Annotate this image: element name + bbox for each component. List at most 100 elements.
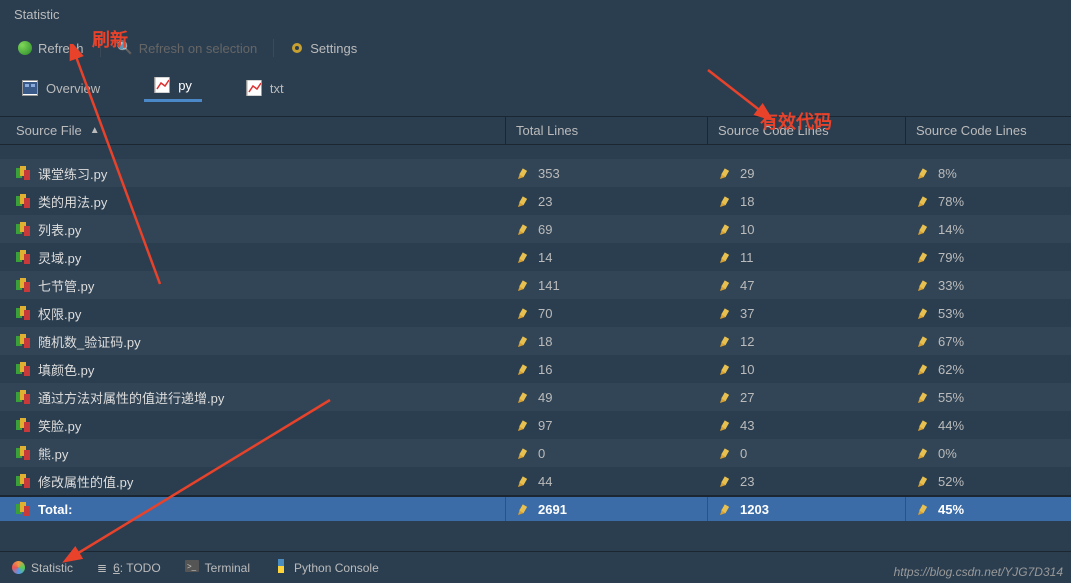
table-row[interactable]: 修改属性的值.py 44 23 52% xyxy=(0,467,1071,495)
refresh-button[interactable]: Refresh xyxy=(12,39,90,58)
statistic-icon xyxy=(12,561,25,574)
refresh-icon xyxy=(18,41,32,55)
pencil-icon xyxy=(516,167,528,179)
panel-title: Statistic xyxy=(0,0,1071,30)
table-row[interactable]: 课堂练习.py 353 29 8% xyxy=(0,159,1071,187)
bottom-terminal[interactable]: >_ Terminal xyxy=(185,560,250,575)
list-icon: ≣ xyxy=(97,561,107,575)
table-row[interactable]: 随机数_验证码.py 18 12 67% xyxy=(0,327,1071,355)
terminal-icon: >_ xyxy=(185,560,199,575)
file-icon xyxy=(16,306,30,320)
source-code-pct-value: 33% xyxy=(938,278,964,293)
tab-txt[interactable]: txt xyxy=(236,74,294,102)
refresh-selection-button[interactable]: 🔍 Refresh on selection xyxy=(111,38,264,58)
file-icon xyxy=(16,474,30,488)
pencil-icon xyxy=(916,307,928,319)
tab-overview[interactable]: Overview xyxy=(12,74,110,102)
total-lines-value: 23 xyxy=(538,194,552,209)
pencil-icon xyxy=(718,307,730,319)
file-icon xyxy=(16,446,30,460)
pencil-icon xyxy=(916,195,928,207)
total-pct: 45% xyxy=(938,502,964,517)
file-name: 笑脸.py xyxy=(38,416,81,435)
chart-icon xyxy=(154,77,170,93)
total-lines-value: 353 xyxy=(538,166,560,181)
refresh-label: Refresh xyxy=(38,41,84,56)
gear-icon xyxy=(290,41,304,55)
bottom-todo[interactable]: ≣ 6: TODO xyxy=(97,561,161,575)
table-row[interactable]: 通过方法对属性的值进行递增.py 49 27 55% xyxy=(0,383,1071,411)
file-name: 课堂练习.py xyxy=(38,164,107,183)
source-code-pct-value: 55% xyxy=(938,390,964,405)
file-name: 填颜色.py xyxy=(38,360,94,379)
table-row[interactable]: 熊.py 0 0 0% xyxy=(0,439,1071,467)
table-row[interactable]: 灵域.py 14 11 79% xyxy=(0,243,1071,271)
col-source-code-lines[interactable]: Source Code Lines xyxy=(708,117,906,144)
pencil-icon xyxy=(718,363,730,375)
pencil-icon xyxy=(516,335,528,347)
table-row[interactable]: 笑脸.py 97 43 44% xyxy=(0,411,1071,439)
source-code-pct-value: 62% xyxy=(938,362,964,377)
source-code-pct-value: 44% xyxy=(938,418,964,433)
pencil-icon xyxy=(916,503,928,515)
table-row[interactable]: 列表.py 69 10 14% xyxy=(0,215,1071,243)
total-icon xyxy=(16,502,30,516)
source-code-pct-value: 52% xyxy=(938,474,964,489)
pencil-icon xyxy=(516,279,528,291)
total-lines-value: 69 xyxy=(538,222,552,237)
total-total: 2691 xyxy=(538,502,567,517)
source-code-lines-value: 12 xyxy=(740,334,754,349)
table-row[interactable] xyxy=(0,145,1071,159)
settings-button[interactable]: Settings xyxy=(284,39,363,58)
source-code-lines-value: 47 xyxy=(740,278,754,293)
total-lines-value: 141 xyxy=(538,278,560,293)
pencil-icon xyxy=(916,335,928,347)
col-source-file[interactable]: Source File ▲ xyxy=(0,117,506,144)
file-icon xyxy=(16,166,30,180)
total-lines-value: 49 xyxy=(538,390,552,405)
python-icon xyxy=(274,559,288,576)
table-header-row: Source File ▲ Total Lines Source Code Li… xyxy=(0,117,1071,145)
table-row[interactable]: 类的用法.py 23 18 78% xyxy=(0,187,1071,215)
source-code-lines-value: 18 xyxy=(740,194,754,209)
overview-icon xyxy=(22,80,38,96)
total-lines-value: 18 xyxy=(538,334,552,349)
total-lines-value: 14 xyxy=(538,250,552,265)
pencil-icon xyxy=(718,195,730,207)
tab-overview-label: Overview xyxy=(46,81,100,96)
pencil-icon xyxy=(718,503,730,515)
bottom-statistic[interactable]: Statistic xyxy=(12,561,73,575)
bottom-python-console[interactable]: Python Console xyxy=(274,559,379,576)
col-source-code-lines-pct[interactable]: Source Code Lines xyxy=(906,123,1071,138)
watermark: https://blog.csdn.net/YJG7D314 xyxy=(894,565,1063,579)
table-row[interactable]: 权限.py 70 37 53% xyxy=(0,299,1071,327)
toolbar: Refresh 🔍 Refresh on selection Settings xyxy=(0,30,1071,66)
file-name: 列表.py xyxy=(38,220,81,239)
pencil-icon xyxy=(718,279,730,291)
table-row[interactable]: 填颜色.py 16 10 62% xyxy=(0,355,1071,383)
source-code-lines-value: 10 xyxy=(740,222,754,237)
tab-py-label: py xyxy=(178,78,192,93)
file-name: 权限.py xyxy=(38,304,81,323)
source-code-pct-value: 14% xyxy=(938,222,964,237)
table-row[interactable]: 七节管.py 141 47 33% xyxy=(0,271,1071,299)
svg-text:>_: >_ xyxy=(187,562,197,571)
source-code-lines-value: 10 xyxy=(740,362,754,377)
chart-icon xyxy=(246,80,262,96)
pencil-icon xyxy=(516,251,528,263)
source-code-pct-value: 78% xyxy=(938,194,964,209)
source-code-pct-value: 67% xyxy=(938,334,964,349)
tab-py[interactable]: py xyxy=(144,71,202,102)
pencil-icon xyxy=(916,279,928,291)
pencil-icon xyxy=(718,391,730,403)
col-total-lines[interactable]: Total Lines xyxy=(506,117,708,144)
pencil-icon xyxy=(516,223,528,235)
pencil-icon xyxy=(718,447,730,459)
search-icon: 🔍 xyxy=(117,40,133,56)
pencil-icon xyxy=(718,419,730,431)
pencil-icon xyxy=(516,419,528,431)
source-code-pct-value: 53% xyxy=(938,306,964,321)
file-icon xyxy=(16,362,30,376)
source-code-lines-value: 43 xyxy=(740,418,754,433)
file-name: 七节管.py xyxy=(38,276,94,295)
